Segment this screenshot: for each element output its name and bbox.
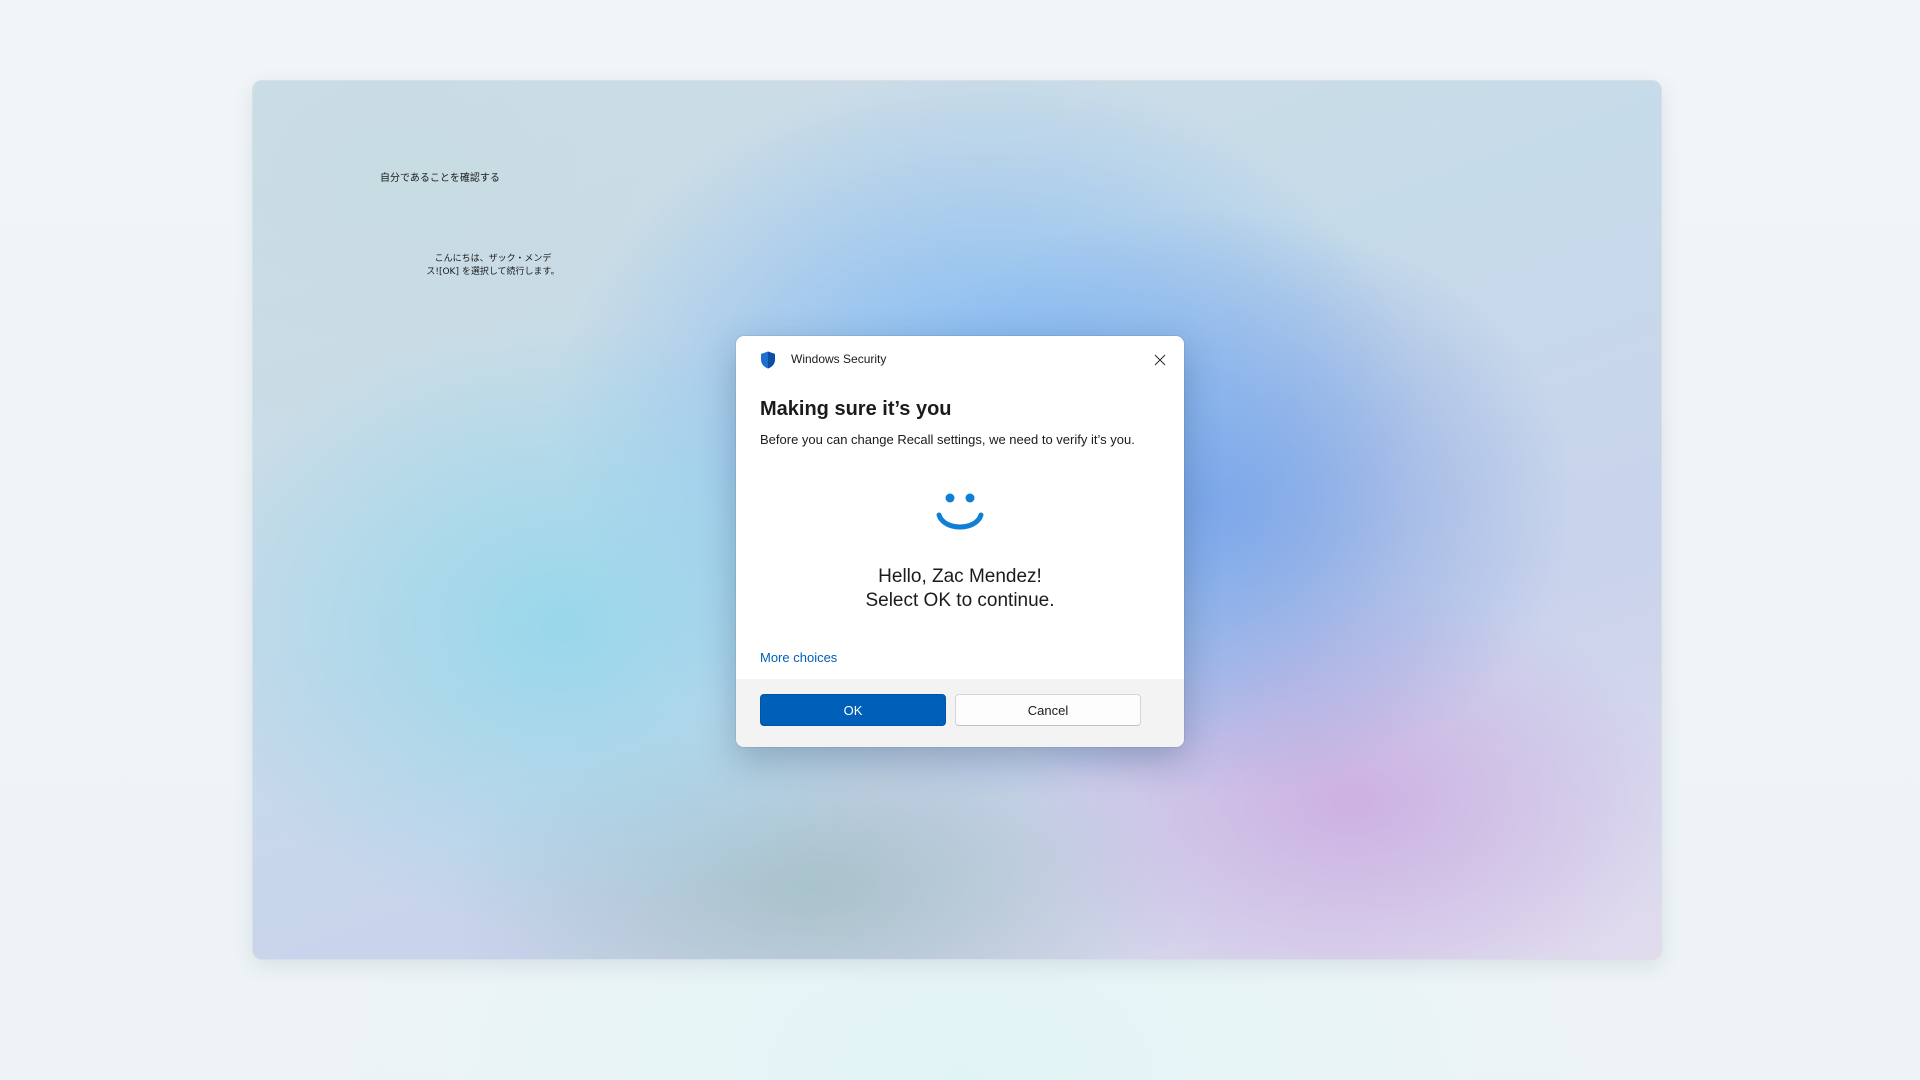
greeting-message: Hello, Zac Mendez! Select OK to continue… [736,565,1184,613]
dialog-subtext: Before you can change Recall settings, w… [760,432,1135,447]
close-button[interactable] [1146,346,1174,374]
background-message-line-2: ス![OK] を選択して続行します。 [426,267,560,277]
greeting-line-2: Select OK to continue. [865,590,1055,611]
dialog-titlebar: Windows Security [736,336,1184,384]
background-message: こんにちは、ザック・メンデ ス![OK] を選択して続行します。 [413,253,573,279]
windows-hello-face-icon [936,493,984,530]
dialog-footer: OK Cancel [736,679,1184,747]
cancel-button[interactable]: Cancel [955,694,1141,726]
close-icon [1154,354,1166,366]
dialog-heading: Making sure it’s you [760,398,952,420]
windows-security-dialog: Windows Security Making sure it’s you Be… [736,336,1184,747]
more-choices-link[interactable]: More choices [760,650,837,665]
ok-button[interactable]: OK [760,694,946,726]
background-title: 自分であることを確認する [380,173,500,184]
dialog-app-title: Windows Security [791,352,887,366]
greeting-line-1: Hello, Zac Mendez! [878,566,1042,587]
background-message-line-1: こんにちは、ザック・メンデ [434,254,552,264]
shield-icon [761,351,775,369]
